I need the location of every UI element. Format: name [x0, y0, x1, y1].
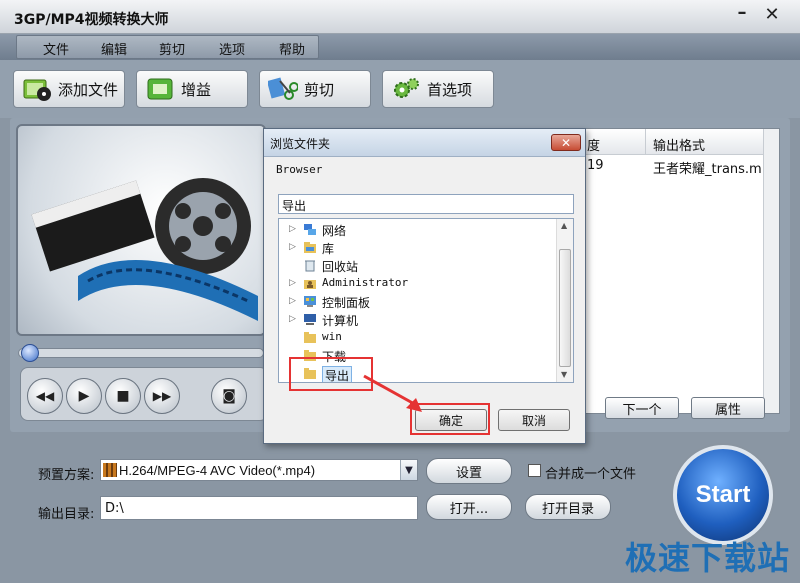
- stop-button[interactable]: ■: [105, 378, 141, 414]
- toolbar: 添加文件 增益 剪切 首选项: [0, 60, 800, 118]
- gain-button[interactable]: 增益: [136, 70, 248, 108]
- cut-label: 剪切: [304, 80, 335, 99]
- tree-item-label: 网络: [322, 224, 347, 238]
- next-button[interactable]: 下一个: [605, 397, 679, 419]
- cut-button[interactable]: 剪切: [259, 70, 371, 108]
- menu-options[interactable]: 选项: [219, 39, 245, 58]
- menu-bar: 文件 编辑 剪切 选项 帮助: [0, 34, 800, 60]
- tree-item-administrator[interactable]: ▷ Administrator: [279, 275, 555, 293]
- open-dir-button[interactable]: 打开目录: [525, 494, 611, 520]
- output-dir-label: 输出目录:: [38, 507, 95, 522]
- preferences-button[interactable]: 首选项: [382, 70, 494, 108]
- film-strip-icon: [103, 463, 117, 477]
- browse-caption: Browser: [276, 163, 323, 176]
- tree-item-computer[interactable]: ▷ 计算机: [279, 311, 555, 329]
- folder-path-input[interactable]: 导出: [278, 194, 574, 214]
- stop-icon: ■: [116, 388, 130, 404]
- merge-checkbox[interactable]: [528, 464, 541, 477]
- dialog-title-bar: 浏览文件夹 ✕: [264, 129, 585, 157]
- expand-arrow-icon[interactable]: ▷: [289, 314, 296, 324]
- tree-scrollbar[interactable]: ▲ ▼: [556, 219, 573, 382]
- tree-item-network[interactable]: ▷ 网络: [279, 221, 555, 239]
- open-button[interactable]: 打开...: [426, 494, 512, 520]
- tree-item-label: 控制面板: [322, 296, 371, 310]
- forward-button[interactable]: ▶▶: [144, 378, 180, 414]
- snapshot-button[interactable]: ◙: [211, 378, 247, 414]
- minimize-button[interactable]: –: [730, 2, 754, 26]
- folder-icon: [304, 332, 316, 343]
- merge-label: 合并成一个文件: [545, 467, 637, 482]
- column-divider: [645, 129, 646, 155]
- tree-item-label: 库: [322, 242, 335, 256]
- gain-label: 增益: [181, 80, 212, 99]
- control-panel-icon: [304, 296, 316, 307]
- tree-item-label: 回收站: [322, 260, 359, 274]
- expand-arrow-icon[interactable]: ▷: [289, 242, 296, 252]
- close-button[interactable]: ✕: [760, 4, 784, 28]
- settings-button[interactable]: 设置: [426, 458, 512, 484]
- tree-item-label: 计算机: [322, 314, 359, 328]
- computer-icon: [304, 314, 316, 325]
- seek-slider[interactable]: [18, 344, 264, 362]
- tree-item-control-panel[interactable]: ▷ 控制面板: [279, 293, 555, 311]
- add-file-label: 添加文件: [58, 80, 119, 99]
- tree-scroll-thumb[interactable]: [559, 249, 571, 367]
- col-duration[interactable]: 度: [587, 135, 600, 154]
- playback-controls: ◀◀ ▶ ■ ▶▶ ◙: [20, 367, 268, 421]
- expand-arrow-icon[interactable]: ▷: [289, 296, 296, 306]
- user-folder-icon: [304, 280, 316, 289]
- app-title: 3GP/MP4视频转换大师: [14, 12, 169, 28]
- cancel-button[interactable]: 取消: [498, 409, 570, 431]
- file-list-scrollbar[interactable]: [763, 129, 779, 413]
- play-button[interactable]: ▶: [66, 378, 102, 414]
- library-icon: [304, 242, 316, 253]
- seek-knob[interactable]: [21, 344, 39, 362]
- scissors-icon: [266, 75, 300, 103]
- dialog-title: 浏览文件夹: [270, 137, 331, 151]
- preferences-label: 首选项: [427, 80, 473, 99]
- watermark-logo: 极速下载站: [625, 539, 791, 577]
- red-arrow-annotation: [363, 374, 422, 412]
- rewind-icon: ◀◀: [35, 389, 55, 403]
- chevron-down-icon[interactable]: ▼: [400, 460, 417, 480]
- preset-select[interactable]: H.264/MPEG-4 AVC Video(*.mp4) ▼: [100, 459, 418, 481]
- menu-help[interactable]: 帮助: [279, 39, 305, 58]
- tree-item-recycle-bin[interactable]: 回收站: [279, 257, 555, 275]
- row-output[interactable]: 王者荣耀_trans.m...: [653, 158, 774, 177]
- play-icon: ▶: [78, 388, 90, 404]
- title-bar: 3GP/MP4视频转换大师 – ✕: [0, 0, 800, 34]
- preset-value: H.264/MPEG-4 AVC Video(*.mp4): [119, 463, 316, 478]
- expand-arrow-icon[interactable]: ▷: [289, 278, 296, 288]
- scroll-down-icon[interactable]: ▼: [561, 370, 567, 379]
- col-output-format[interactable]: 输出格式: [653, 135, 705, 154]
- dialog-close-button[interactable]: ✕: [551, 134, 581, 151]
- film-reel-illustration: [31, 178, 258, 321]
- start-button[interactable]: Start: [673, 445, 773, 545]
- camera-icon: ◙: [222, 388, 236, 404]
- tree-item-label: Administrator: [322, 276, 409, 289]
- add-file-icon: [20, 75, 54, 103]
- video-preview: [16, 124, 266, 336]
- menu-strip: 文件 编辑 剪切 选项 帮助: [16, 35, 319, 59]
- add-file-button[interactable]: 添加文件: [13, 70, 125, 108]
- gain-icon: [143, 75, 177, 103]
- network-icon: [304, 224, 316, 235]
- recycle-bin-icon: [305, 260, 315, 272]
- tree-item-label: win: [322, 330, 342, 343]
- preset-label: 预置方案:: [38, 468, 95, 483]
- scroll-up-icon[interactable]: ▲: [561, 221, 567, 230]
- gears-icon: [389, 75, 423, 103]
- tree-item-library[interactable]: ▷ 库: [279, 239, 555, 257]
- menu-file[interactable]: 文件: [43, 39, 69, 58]
- menu-cut[interactable]: 剪切: [159, 39, 185, 58]
- properties-button[interactable]: 属性: [691, 397, 765, 419]
- rewind-button[interactable]: ◀◀: [27, 378, 63, 414]
- output-dir-input[interactable]: D:\: [100, 496, 418, 520]
- menu-edit[interactable]: 编辑: [101, 39, 127, 58]
- expand-arrow-icon[interactable]: ▷: [289, 224, 296, 234]
- forward-icon: ▶▶: [152, 389, 172, 403]
- tree-item-win[interactable]: win: [279, 329, 555, 347]
- row-duration[interactable]: 19: [587, 158, 604, 173]
